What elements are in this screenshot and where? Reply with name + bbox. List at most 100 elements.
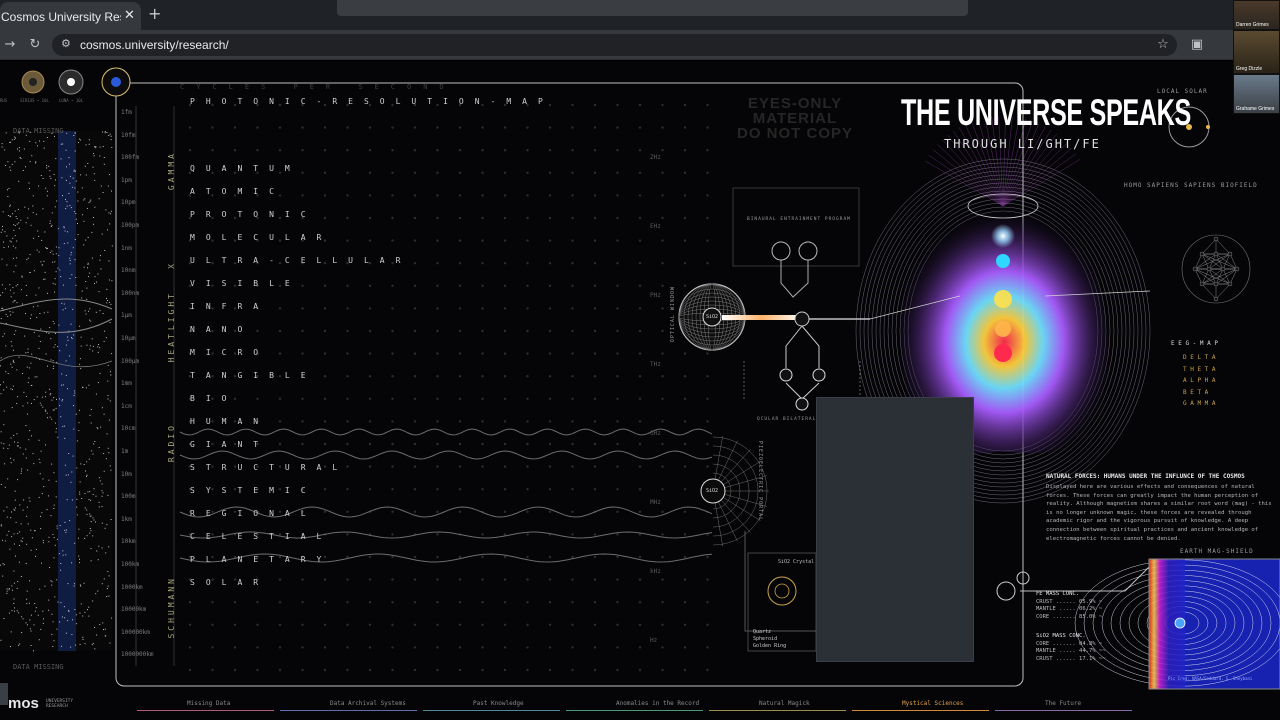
resolution-row-label: SOLAR [190,578,270,587]
ocular-label: OCULAR BILATERAL [757,417,817,422]
footer-logo-sub: UNIVERSITY RESEARCH [46,699,73,709]
planet-label-2: SIRIUS ~ 10L [20,98,49,103]
scale-tick-label: 1000km [121,583,143,591]
band-radio: RADIO [167,423,176,463]
crystal-label: SiO2 Crystal [778,559,815,565]
resolution-row-label: SYSTEMIC [190,486,317,495]
page-artwork [0,67,1280,705]
scale-tick-label: 10000km [121,606,147,614]
scale-tick-label: 10cm [121,425,136,433]
scale-tick-label: 100m [121,493,136,501]
footer-nav-item[interactable]: Missing Data [187,700,230,707]
resolution-row-label: QUANTUM [190,164,301,173]
frequency-tick-label: ZHz [650,154,661,161]
resolution-row-label: HUMAN [190,417,270,426]
close-icon[interactable]: ✕ [124,9,135,23]
fe-mass-row: CORE ....... 85.0% ~ [1036,613,1103,620]
resolution-row-label: ULTRA-CELLULAR [190,256,412,265]
participant-video-1: Darren Grimes [1233,0,1280,30]
tab-title: Cosmos University Research - T [1,10,121,24]
site-settings-icon[interactable]: ⚙ [61,38,73,50]
scale-tick-label: 100μm [121,357,140,365]
planet-label-3: LUNA ~ 10L [59,98,84,103]
frequency-tick-label: THz [650,361,661,368]
sio2-mass-row: CRUST ...... 17.1% ~~ [1036,655,1106,662]
scale-tick-label: 100000km [121,628,150,636]
resolution-row-label: NANO [190,325,254,334]
scale-tick-label: 1cm [121,402,132,410]
footer-nav-item[interactable]: Natural Magick [759,700,810,707]
sio2-mass-row: MANTLE ..... 44.7% ~~ [1036,648,1106,654]
footer-logo[interactable]: mos [8,696,39,711]
resolution-row-label: ATOMIC [190,187,285,196]
sio2-mass-title: SiO2 MASS CONC. [1036,633,1086,639]
planet-label-1: RUS [0,98,8,103]
headline: THE UNIVERSE SPEAKS [901,92,1191,133]
cycles-label: CYCLES PER SECOND [180,83,456,91]
earth-shield-label: EARTH MAG-SHIELD [1180,548,1254,555]
footer-nav-item[interactable]: Anomalies in the Record [616,700,699,707]
scale-tick-label: 1mm [121,380,132,388]
scale-tick-label: 10km [121,538,136,546]
natural-forces-heading: NATURAL FORCES: HUMANS UNDER THE INFLUNC… [1046,473,1245,480]
eeg-gamma: G A M M A [1183,400,1216,407]
eyes-only-line-1: EYES-ONLY [747,95,843,112]
scale-tick-label: 100pm [121,222,140,229]
scale-tick-label: 10pm [121,199,136,207]
url-text[interactable]: cosmos.university/research/ [80,37,229,53]
overlay-panel[interactable] [816,397,974,662]
eyes-only-stamp: EYES-ONLY MATERIAL DO NOT COPY [735,96,855,141]
footer-nav-item[interactable]: Data Archival Systems [330,700,406,707]
scale-tick-label: 10fm [121,131,136,139]
fe-mass-title: FE MASS CONC. [1036,591,1080,597]
resolution-row-label: VISIBLE [190,279,301,288]
frequency-tick-label: Hz [650,637,658,644]
resolution-row-label: PROTONIC [190,210,317,219]
footer-nav-underline [280,710,417,711]
scale-tick-label: 1μm [121,312,132,320]
footer-nav-item[interactable]: Mystical Sciences [902,700,963,707]
frequency-tick-label: MHz [650,499,661,506]
browser-tab[interactable]: Cosmos University Research - T ✕ [0,2,141,30]
resolution-row-label: STRUCTURAL [190,463,349,472]
band-schumann: SCHUMANN [167,576,176,639]
footer-nav-item[interactable]: The Future [1045,700,1081,707]
local-solar-label: LOCAL SOLAR [1157,88,1208,95]
split-view-icon[interactable]: ▣ [1188,36,1206,54]
footer-logo-line-2: RESEARCH [46,704,68,709]
participant-video-3: Grahame Grimes [1233,74,1280,114]
bookmark-star-icon[interactable]: ☆ [1154,36,1172,54]
scale-tick-label: 1km [121,515,132,523]
resolution-row-label: MICRO [190,348,270,357]
screen-share-bar [337,0,968,16]
resolution-row-label: CELESTIAL [190,532,333,541]
frequency-tick-label: EHz [650,223,661,230]
footer-nav-underline [423,710,560,711]
crystal-item-quartz: Quartz [753,629,772,635]
resolution-row-label: REGIONAL [190,509,317,518]
crystal-item-golden-ring: Golden Ring [753,643,787,649]
eeg-beta: B E T A [1183,388,1209,396]
eyes-only-line-2: MATERIAL [752,110,838,127]
back-arrow-icon[interactable]: → [1,36,19,54]
sio2-mass-row: CORE ....... 04.8% ~ [1036,640,1103,647]
participant-video-2: Greg Dizzle [1233,30,1280,74]
sio2-node-label: SiO2 [706,314,719,320]
new-tab-button[interactable]: + [148,6,161,22]
band-gamma: GAMMA [167,151,176,191]
fe-mass-row: CRUST ...... 05.9% ~ [1036,598,1103,605]
scale-tick-label: 1000000km [121,651,154,659]
scale-tick-label: 1nm [121,244,132,252]
eyes-only-line-3: DO NOT COPY [736,125,853,142]
scale-tick-label: 100nm [121,289,140,297]
research-page: DATA MISSING DATA MISSING RUS SIRIUS ~ 1… [0,61,1280,720]
band-x: X [167,261,176,269]
reload-icon[interactable]: ↻ [26,36,44,54]
sio2-portal-label: SiO2 [706,488,719,494]
fe-mass-row: MANTLE ..... 06.2% ~ [1036,606,1103,612]
footer-nav-item[interactable]: Past Knowledge [473,700,524,707]
natural-forces-body: Displayed here are various effects and c… [1046,484,1272,542]
resolution-row-label: TANGIBLE [190,371,317,380]
frequency-tick-label: kHz [650,568,661,575]
participant-name-3: Grahame Grimes [1236,106,1275,112]
